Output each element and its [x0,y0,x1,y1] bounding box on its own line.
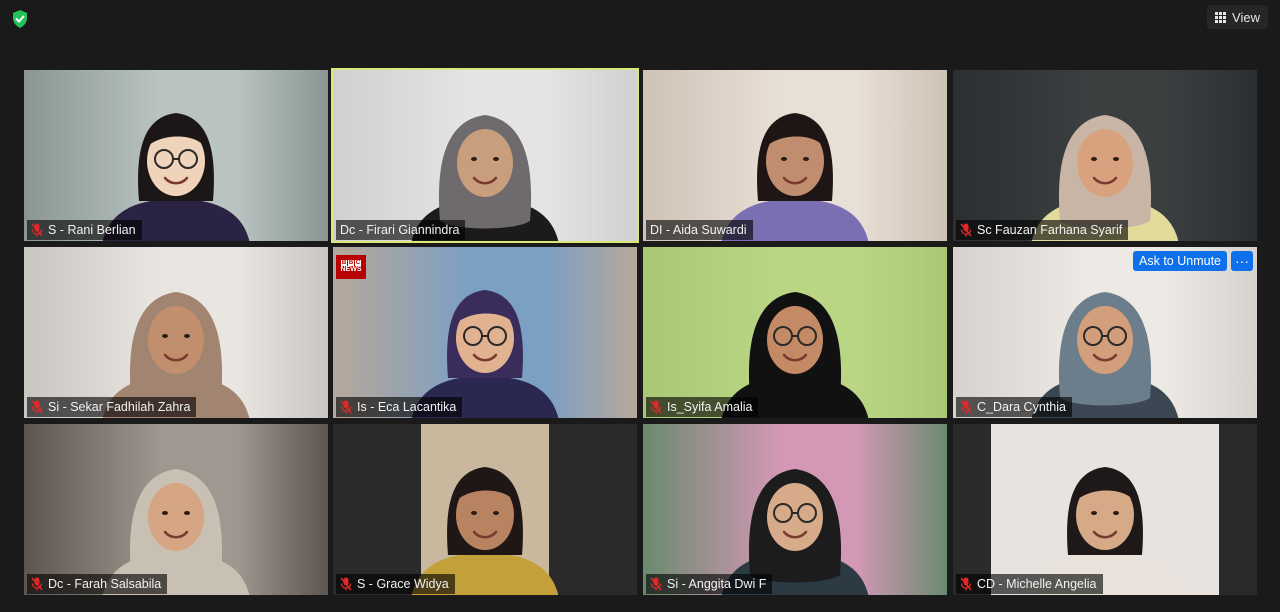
muted-mic-icon [340,577,352,591]
participant-name: Is_Syifa Amalia [667,400,753,414]
participant-silhouette [721,469,869,595]
zoom-gallery-window: View S - Rani Berlian Dc - Firari Giannin… [0,0,1280,612]
participant-name: DI - Aida Suwardi [650,223,747,237]
participant-tile[interactable]: Is_Syifa Amalia [643,247,947,418]
participant-tile[interactable]: Dc - Firari Giannindra [331,68,639,243]
grid-icon [1215,11,1227,23]
participant-silhouette [102,469,250,595]
video-feed [643,70,947,241]
participant-silhouette [721,113,869,241]
video-feed [24,70,328,241]
participant-silhouette [1031,115,1179,241]
muted-mic-icon [340,400,352,414]
bbc-news-logo: B B C NEWS [336,255,366,279]
participant-tile[interactable]: Si - Anggita Dwi F [643,424,947,595]
participant-nameplate: Dc - Firari Giannindra [336,220,466,240]
participant-nameplate: Is - Eca Lacantika [336,397,463,417]
participant-tile[interactable]: S - Grace Widya [333,424,637,595]
participant-tile[interactable]: DI - Aida Suwardi [643,70,947,241]
participant-tile[interactable]: B B C NEWS Is - Eca Lacantika [333,247,637,418]
participant-name: Si - Anggita Dwi F [667,577,767,591]
participant-silhouette [411,115,559,241]
participant-name: Dc - Farah Salsabila [48,577,162,591]
muted-mic-icon [31,400,43,414]
participant-name: CD - Michelle Angelia [977,577,1097,591]
participant-name: Sc Fauzan Farhana Syarif [977,223,1123,237]
participant-name: S - Grace Widya [357,577,449,591]
participant-silhouette [721,292,869,418]
participant-silhouette [102,113,250,241]
muted-mic-icon [31,577,43,591]
muted-mic-icon [650,577,662,591]
video-feed [24,424,328,595]
participant-tile[interactable]: CD - Michelle Angelia [953,424,1257,595]
participant-silhouette [102,292,250,418]
shield-check-icon[interactable] [10,9,30,29]
participant-tile[interactable]: Si - Sekar Fadhilah Zahra [24,247,328,418]
more-options-icon[interactable]: ··· [1231,251,1253,271]
video-feed [953,70,1257,241]
participant-name: S - Rani Berlian [48,223,136,237]
ask-to-unmute-button[interactable]: Ask to Unmute [1133,251,1227,271]
participant-tile[interactable]: Dc - Farah Salsabila [24,424,328,595]
participant-name: Is - Eca Lacantika [357,400,457,414]
muted-mic-icon [31,223,43,237]
video-feed [643,424,947,595]
muted-mic-icon [650,400,662,414]
participant-name: C_Dara Cynthia [977,400,1066,414]
participant-name: Si - Sekar Fadhilah Zahra [48,400,191,414]
muted-mic-icon [960,223,972,237]
participant-silhouette [1031,292,1179,418]
video-feed [333,70,637,241]
participant-nameplate: S - Grace Widya [336,574,455,594]
participant-nameplate: Is_Syifa Amalia [646,397,759,417]
participant-silhouette [411,290,559,418]
participant-tile[interactable]: Ask to Unmute ··· C_Dara Cynthia [953,247,1257,418]
participant-tile[interactable]: S - Rani Berlian [24,70,328,241]
participant-nameplate: Sc Fauzan Farhana Syarif [956,220,1129,240]
participant-nameplate: Si - Anggita Dwi F [646,574,773,594]
view-button[interactable]: View [1207,5,1268,29]
participant-name: Dc - Firari Giannindra [340,223,460,237]
participant-silhouette [411,467,559,595]
video-feed [991,424,1219,595]
muted-mic-icon [960,400,972,414]
participant-nameplate: CD - Michelle Angelia [956,574,1103,594]
video-feed [411,424,559,595]
participant-tile[interactable]: Sc Fauzan Farhana Syarif [953,70,1257,241]
participant-nameplate: Dc - Farah Salsabila [27,574,168,594]
participant-nameplate: Si - Sekar Fadhilah Zahra [27,397,197,417]
top-bar: View [0,0,1280,36]
video-feed [643,247,947,418]
participant-nameplate: S - Rani Berlian [27,220,142,240]
participant-silhouette [1031,467,1179,595]
video-feed [24,247,328,418]
view-button-label: View [1232,9,1260,25]
video-feed [333,247,637,418]
video-feed [953,247,1257,418]
participant-nameplate: C_Dara Cynthia [956,397,1072,417]
muted-mic-icon [960,577,972,591]
participant-nameplate: DI - Aida Suwardi [646,220,753,240]
